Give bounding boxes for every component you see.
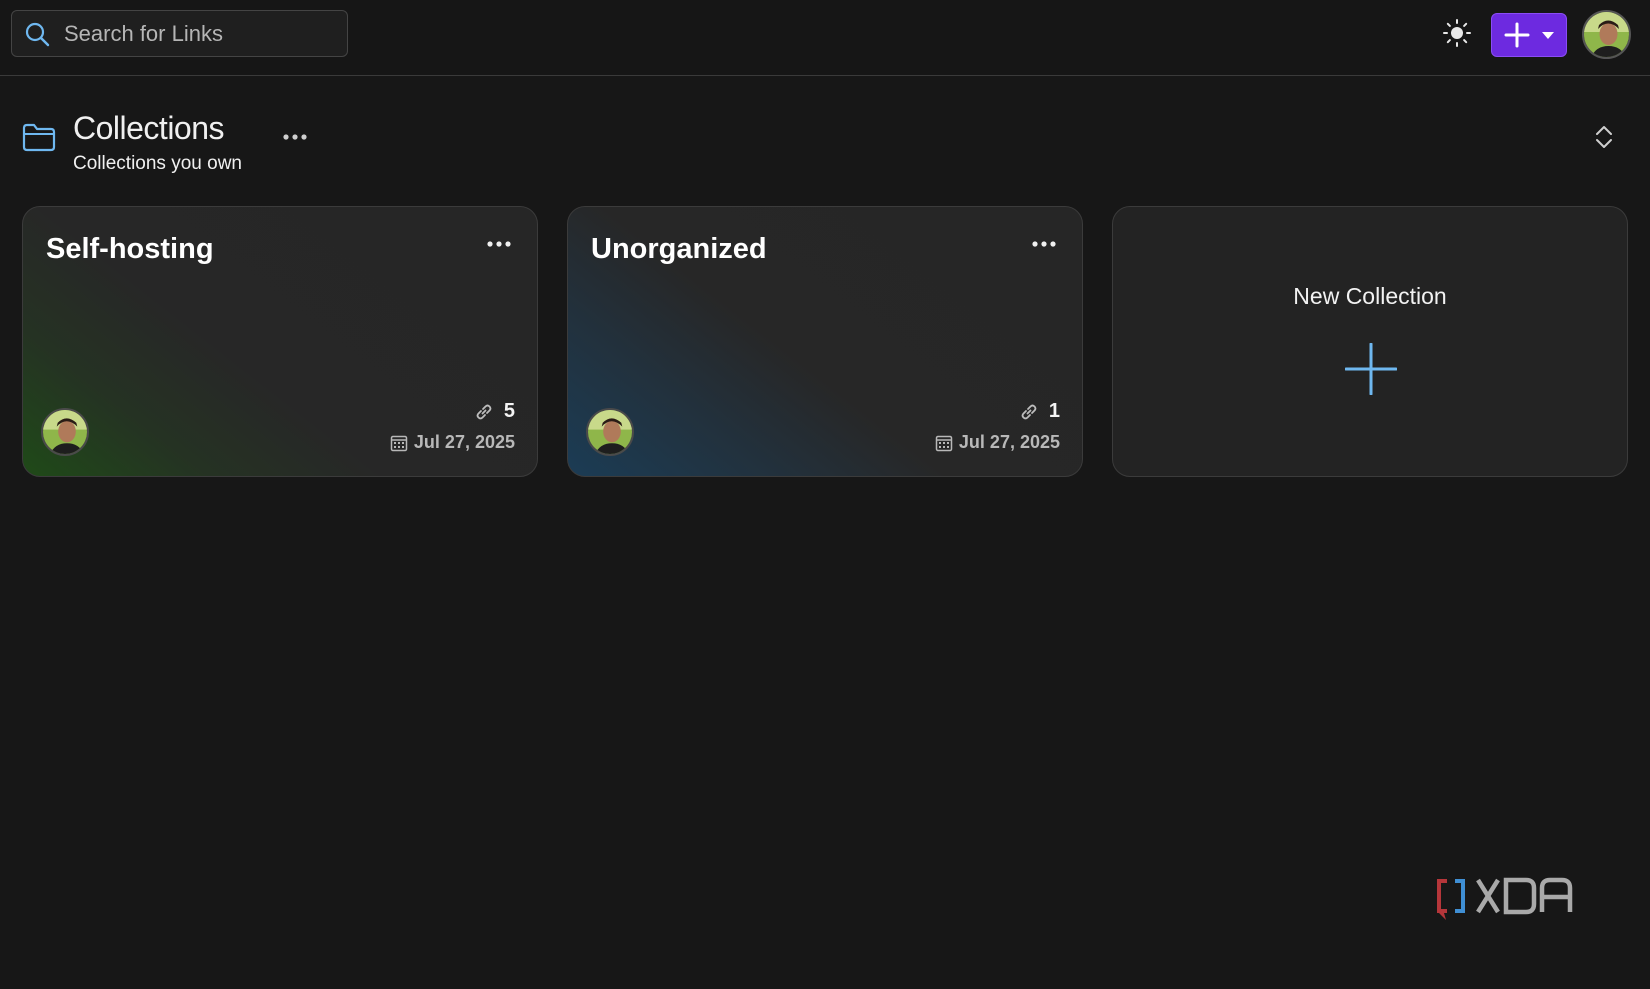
calendar-icon — [935, 435, 953, 451]
link-count: 5 — [474, 400, 515, 423]
theme-toggle-button[interactable] — [1440, 16, 1474, 50]
new-collection-card[interactable]: New Collection — [1112, 206, 1628, 477]
new-collection-label: New Collection — [1293, 283, 1447, 309]
collections-menu-button[interactable] — [280, 128, 310, 146]
collections-header: Collections Collections you own — [22, 106, 1628, 176]
ellipsis-icon — [487, 241, 511, 247]
xda-logo — [1437, 877, 1573, 920]
collection-menu-button[interactable] — [1030, 235, 1058, 253]
ellipsis-icon — [1032, 241, 1056, 247]
collection-date: Jul 27, 2025 — [390, 432, 515, 453]
collection-date-value: Jul 27, 2025 — [413, 432, 515, 452]
sort-toggle-button[interactable] — [1592, 122, 1616, 152]
search-input[interactable] — [62, 19, 312, 48]
collection-menu-button[interactable] — [485, 235, 513, 253]
caret-down-icon — [1542, 32, 1554, 39]
search-box[interactable] — [11, 10, 348, 57]
owner-avatar — [41, 408, 89, 456]
ellipsis-icon — [283, 134, 307, 140]
link-count: 1 — [1019, 400, 1060, 423]
page-subtitle: Collections you own — [73, 153, 242, 174]
calendar-icon — [390, 435, 408, 451]
sort-toggle-icon — [1596, 126, 1612, 148]
page-title: Collections — [73, 110, 225, 146]
link-count-value: 5 — [503, 400, 515, 422]
top-bar — [0, 0, 1650, 76]
add-new-button[interactable] — [1491, 13, 1567, 57]
search-icon — [25, 22, 50, 46]
collection-card[interactable]: Unorganized 1 Jul 27, 2025 — [567, 206, 1083, 477]
sun-icon — [1443, 19, 1471, 47]
collection-date-value: Jul 27, 2025 — [958, 432, 1060, 452]
collection-title: Self-hosting — [46, 233, 214, 265]
owner-avatar — [586, 408, 634, 456]
collection-date: Jul 27, 2025 — [935, 432, 1060, 453]
link-count-value: 1 — [1048, 400, 1060, 422]
plus-icon — [1345, 343, 1397, 395]
user-avatar[interactable] — [1582, 10, 1631, 59]
folder-icon — [22, 123, 56, 152]
link-icon — [476, 404, 492, 419]
link-icon — [1021, 404, 1037, 419]
collection-card[interactable]: Self-hosting 5 Jul 27, 2025 — [22, 206, 538, 477]
collection-title: Unorganized — [591, 233, 767, 265]
plus-icon — [1504, 22, 1530, 48]
